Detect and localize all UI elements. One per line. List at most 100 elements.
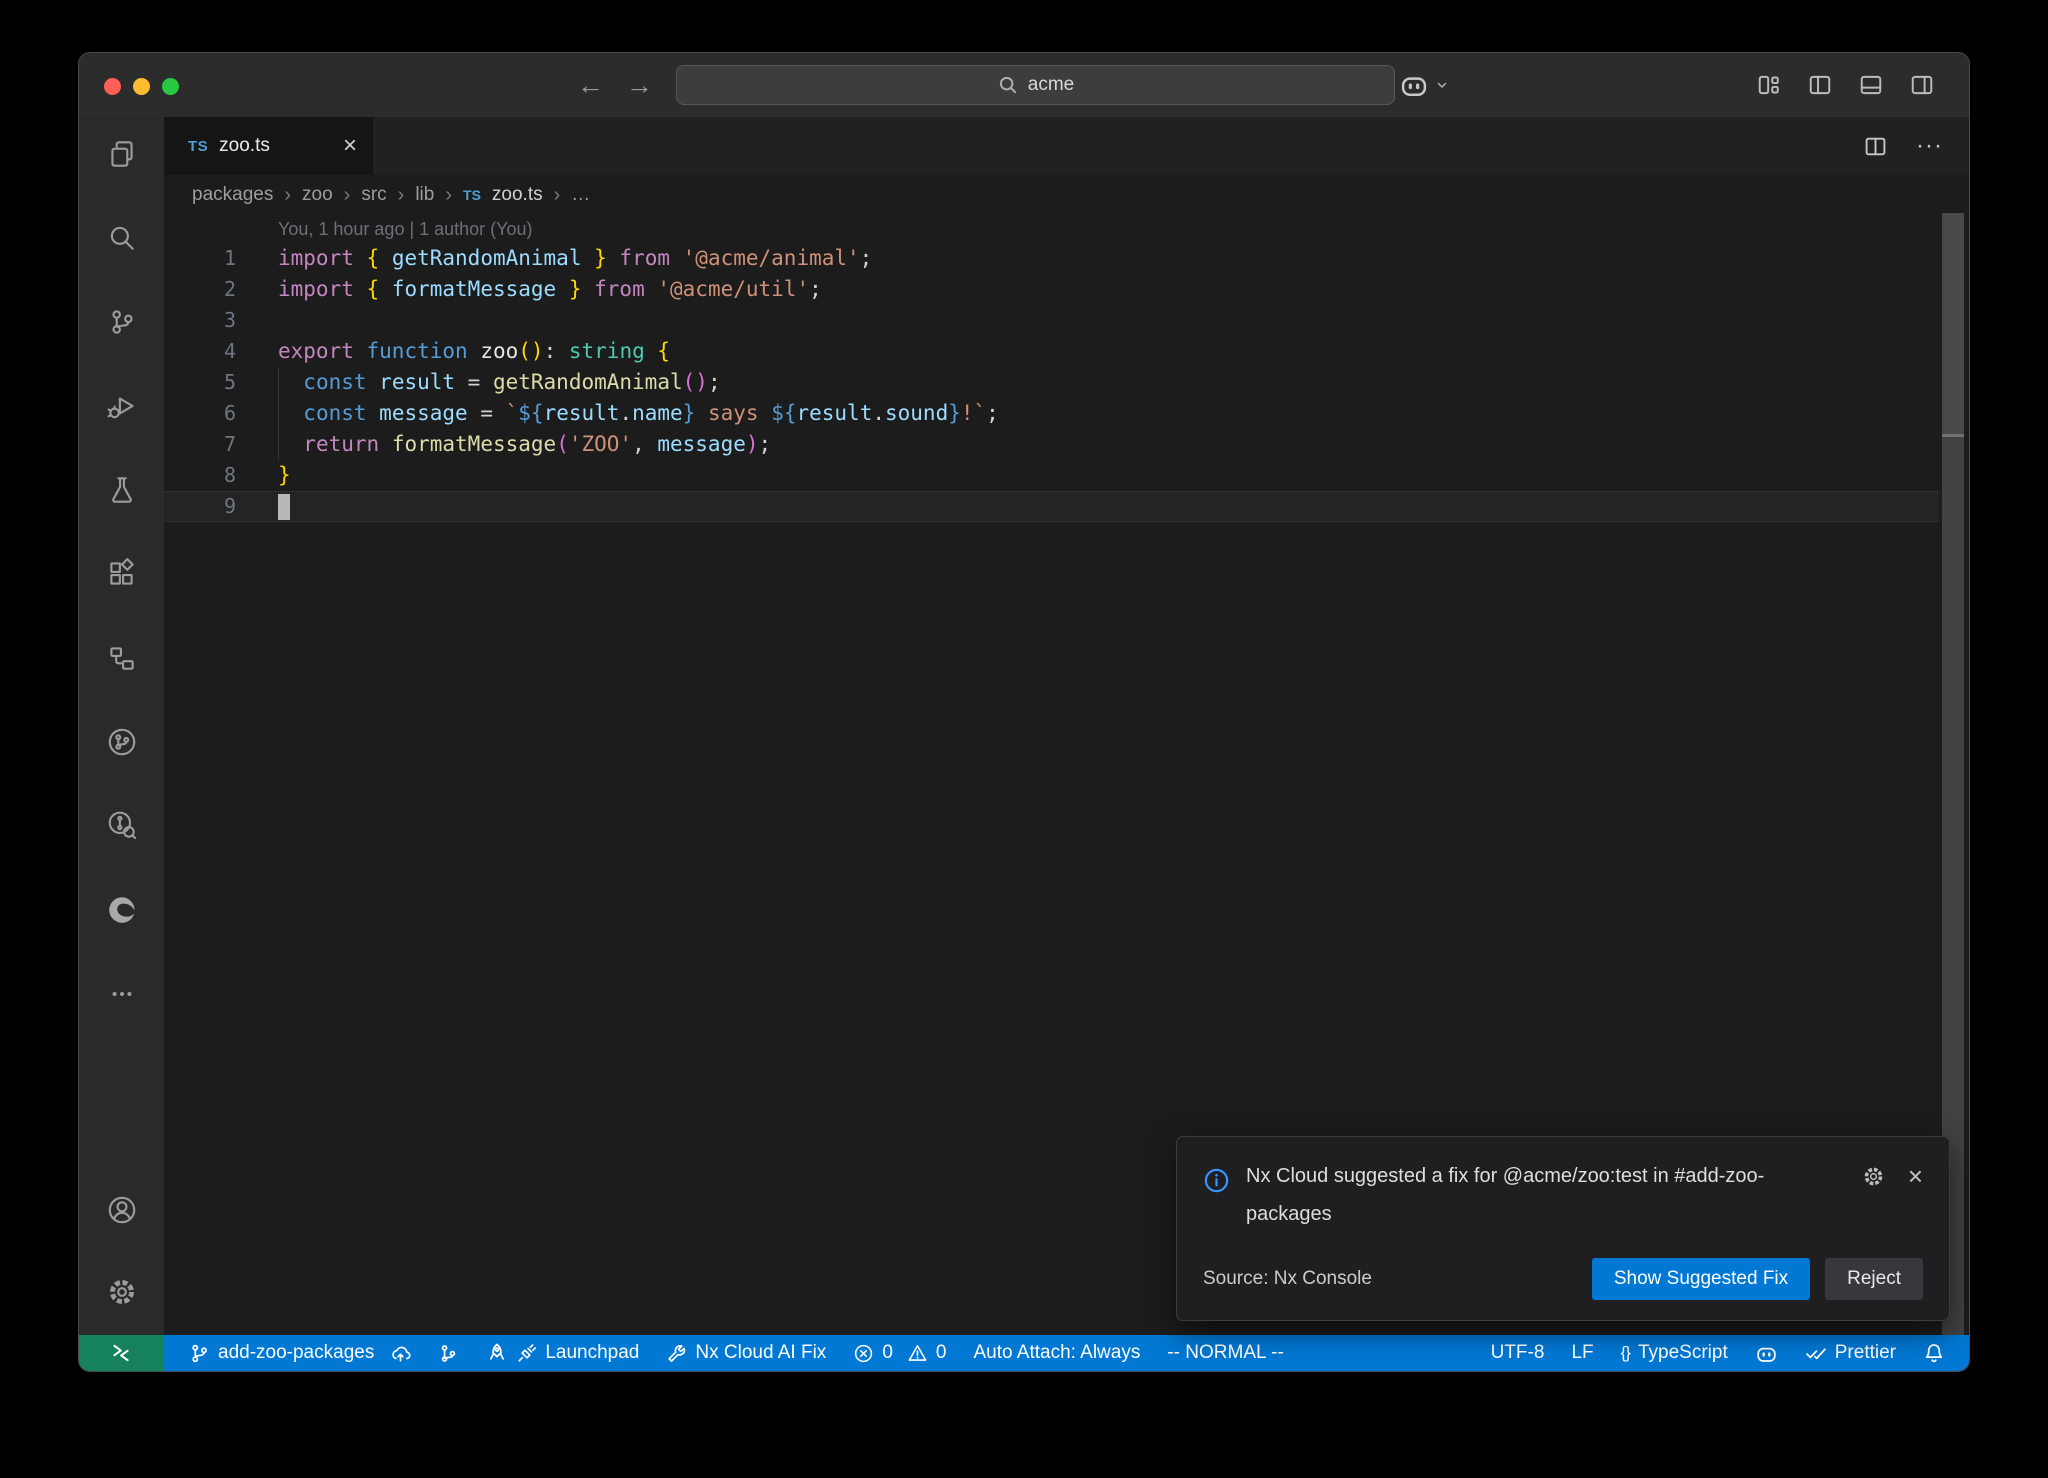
eol-item[interactable]: LF [1571, 1342, 1593, 1364]
branch-name: add-zoo-packages [218, 1342, 374, 1364]
tab-close-icon[interactable]: × [343, 134, 357, 158]
code-line: 2 import { formatMessage } from '@acme/u… [164, 274, 1969, 305]
title-bar: ← → acme [79, 53, 1969, 117]
tab-zoo-ts[interactable]: TS zoo.ts × [164, 117, 373, 175]
status-bar-left: add-zoo-packages [163, 1342, 1284, 1364]
nx-cloud-fix-item[interactable]: Nx Cloud AI Fix [666, 1342, 826, 1364]
source-control-icon[interactable] [105, 305, 139, 339]
encoding-item[interactable]: UTF-8 [1491, 1342, 1545, 1364]
remote-indicator[interactable] [79, 1335, 163, 1371]
copilot-status-item[interactable] [1755, 1342, 1778, 1365]
code-line: 8 } [164, 460, 1969, 491]
line-number: 5 [164, 367, 236, 398]
cloud-upload-icon [390, 1343, 411, 1364]
git-graph-icon [438, 1343, 459, 1364]
show-suggested-fix-button[interactable]: Show Suggested Fix [1592, 1258, 1810, 1300]
command-center-search[interactable]: acme [676, 65, 1395, 105]
braces-icon: {} [1621, 1343, 1630, 1363]
minimize-window-button[interactable] [133, 78, 150, 95]
toggle-primary-sidebar-icon[interactable] [1803, 68, 1837, 102]
back-button[interactable]: ← [577, 70, 604, 101]
notification-message-line2: packages [1246, 1195, 1845, 1233]
notification-message: Nx Cloud suggested a fix for @acme/zoo:t… [1230, 1157, 1861, 1233]
git-branch-item[interactable]: add-zoo-packages [189, 1342, 411, 1364]
status-bar: add-zoo-packages [79, 1335, 1969, 1371]
problems-item[interactable]: 0 0 [853, 1342, 946, 1364]
customize-layout-icon[interactable] [1752, 68, 1786, 102]
toggle-panel-icon[interactable] [1854, 68, 1888, 102]
split-editor-icon[interactable] [1858, 129, 1892, 163]
breadcrumb-item[interactable]: packages [192, 184, 273, 206]
breadcrumb: packages › zoo › src › lib › TS zoo.ts ›… [164, 175, 1969, 215]
forward-button[interactable]: → [626, 70, 653, 101]
warning-icon [907, 1343, 928, 1364]
activity-bar [79, 117, 164, 1335]
notification-footer: Source: Nx Console Show Suggested Fix Re… [1203, 1258, 1923, 1300]
vim-mode-item[interactable]: -- NORMAL -- [1167, 1342, 1283, 1364]
code-line: 3 [164, 305, 1969, 336]
formatter-item[interactable]: Prettier [1805, 1342, 1896, 1364]
toggle-secondary-sidebar-icon[interactable] [1905, 68, 1939, 102]
breadcrumb-item[interactable]: lib [415, 184, 434, 206]
rocket-icon [486, 1342, 508, 1364]
explorer-icon[interactable] [105, 137, 139, 171]
copilot-menu-button[interactable] [1399, 53, 1450, 117]
typescript-file-icon: TS [463, 187, 481, 203]
launchpad-item[interactable]: Launchpad [486, 1342, 639, 1364]
testing-icon[interactable] [105, 473, 139, 507]
more-views-icon[interactable] [105, 977, 139, 1011]
desktop-background: ← → acme [0, 0, 2048, 1478]
double-check-icon [1805, 1342, 1827, 1364]
status-bar-right: UTF-8 LF {} TypeScript [1491, 1342, 1969, 1365]
auto-attach-item[interactable]: Auto Attach: Always [973, 1342, 1140, 1364]
line-number: 8 [164, 460, 236, 491]
code-line: 5 const result = getRandomAnimal(); [164, 367, 1969, 398]
line-number: 6 [164, 398, 236, 429]
line-number: 9 [164, 491, 236, 522]
info-icon [1203, 1167, 1230, 1194]
account-icon[interactable] [105, 1193, 139, 1227]
breadcrumb-item[interactable]: zoo [302, 184, 333, 206]
edge-browser-icon[interactable] [105, 893, 139, 927]
line-number: 1 [164, 243, 236, 274]
chevron-right-icon: › [554, 184, 561, 207]
notifications-item[interactable] [1923, 1342, 1945, 1364]
git-graph-item[interactable] [438, 1343, 459, 1364]
code-text: return formatMessage('ZOO', message); [236, 429, 771, 460]
notification-close-icon[interactable]: × [1908, 1163, 1923, 1189]
code-line: 7 return formatMessage('ZOO', message); [164, 429, 1969, 460]
wrench-icon [666, 1343, 687, 1364]
settings-gear-icon[interactable] [105, 1275, 139, 1309]
typescript-file-icon: TS [188, 138, 208, 155]
git-branch-icon [189, 1343, 210, 1364]
code-text [236, 305, 278, 336]
notification-settings-gear-icon[interactable] [1861, 1164, 1886, 1189]
gitlens-icon[interactable] [105, 809, 139, 843]
tab-label: zoo.ts [219, 135, 270, 157]
remote-icon [110, 1342, 132, 1364]
copilot-icon [1755, 1342, 1778, 1365]
search-icon [997, 74, 1019, 96]
search-view-icon[interactable] [105, 221, 139, 255]
run-debug-icon[interactable] [105, 389, 139, 423]
code-text [236, 491, 278, 522]
line-number: 3 [164, 305, 236, 336]
nx-console-icon[interactable] [105, 725, 139, 759]
search-value: acme [1028, 74, 1074, 96]
zoom-window-button[interactable] [162, 78, 179, 95]
encoding-label: UTF-8 [1491, 1342, 1545, 1364]
breadcrumb-item[interactable]: src [361, 184, 386, 206]
language-mode-item[interactable]: {} TypeScript [1621, 1342, 1728, 1364]
project-graph-icon[interactable] [105, 641, 139, 675]
code-text: import { getRandomAnimal } from '@acme/a… [236, 243, 872, 274]
breadcrumb-file[interactable]: zoo.ts [492, 184, 543, 206]
code-text: export function zoo(): string { [236, 336, 670, 367]
notification-toolbar: × [1861, 1163, 1923, 1189]
more-actions-icon[interactable]: ··· [1916, 132, 1943, 160]
breadcrumb-overflow[interactable]: … [571, 184, 590, 206]
tab-bar: TS zoo.ts × ··· [164, 117, 1969, 175]
extensions-icon[interactable] [105, 557, 139, 591]
line-number: 4 [164, 336, 236, 367]
close-window-button[interactable] [104, 78, 121, 95]
reject-button[interactable]: Reject [1825, 1258, 1923, 1300]
